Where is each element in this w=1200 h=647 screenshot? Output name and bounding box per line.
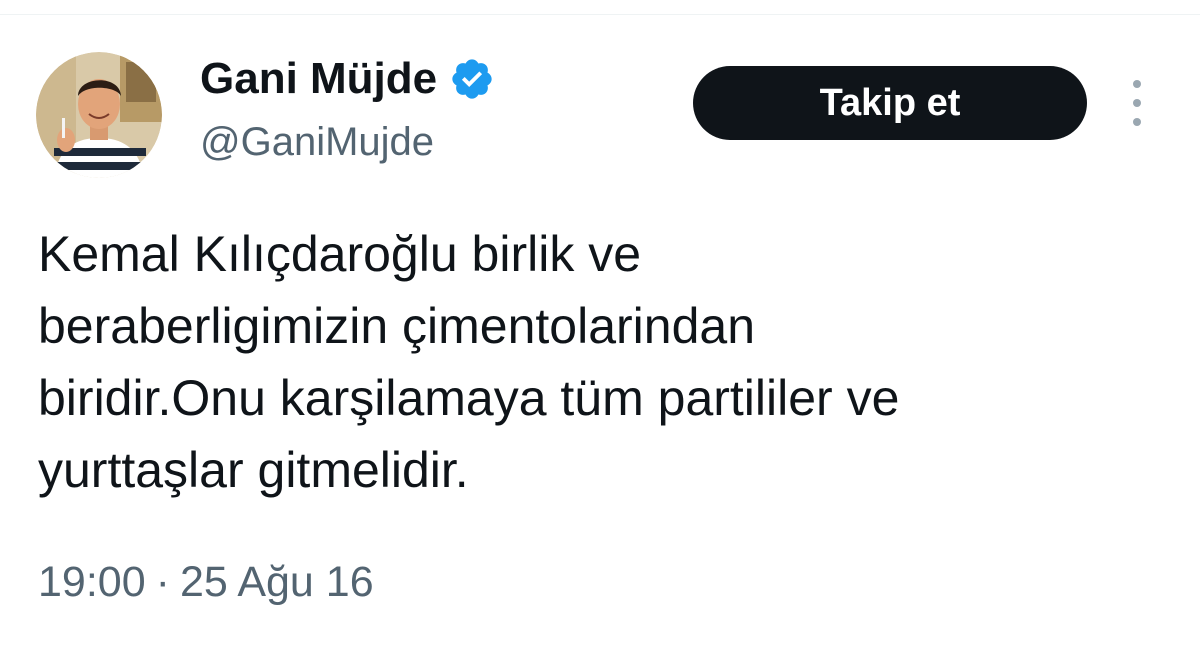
more-dot: [1133, 118, 1141, 126]
more-dot: [1133, 80, 1141, 88]
verified-badge-icon[interactable]: [449, 56, 495, 102]
user-handle[interactable]: @GaniMujde: [200, 116, 495, 168]
more-vertical-icon[interactable]: [1122, 80, 1152, 126]
avatar-image: [36, 52, 162, 178]
more-dot: [1133, 99, 1141, 107]
name-row: Gani Müjde: [200, 50, 495, 108]
tweet-text-line: yurttaşlar gitmelidir.: [38, 442, 469, 498]
display-name[interactable]: Gani Müjde: [200, 50, 437, 108]
author-block: Gani Müjde @GaniMujde: [200, 50, 495, 168]
follow-button[interactable]: Takip et: [693, 66, 1087, 140]
avatar[interactable]: [36, 52, 162, 178]
tweet-text: Kemal Kılıçdaroğlu birlik ve beraberligi…: [38, 218, 1178, 506]
top-divider: [0, 14, 1200, 15]
tweet-time: 19:00: [38, 558, 146, 606]
tweet-date: 25 Ağu 16: [179, 558, 374, 606]
tweet-timestamp[interactable]: 19:00 · 25 Ağu 16: [38, 554, 374, 610]
meta-separator: ·: [155, 558, 170, 606]
tweet-text-line: beraberligimizin çimentolarindan: [38, 298, 756, 354]
tweet-text-line: Kemal Kılıçdaroğlu birlik ve: [38, 226, 642, 282]
tweet-text-line: biridir.Onu karşilamaya tüm partililer v…: [38, 370, 900, 426]
